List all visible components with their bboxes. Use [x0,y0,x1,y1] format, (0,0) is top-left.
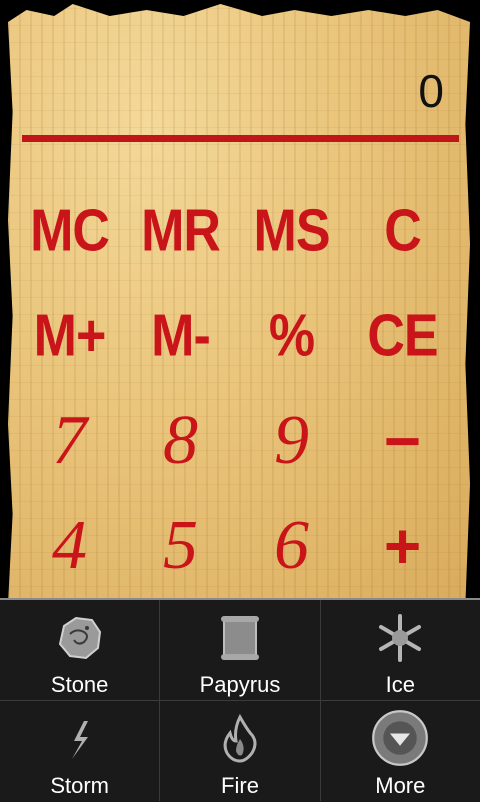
m-minus-button[interactable]: M- [125,301,236,370]
keypad-row-456: 4 5 6 + [14,493,458,598]
digit-5-button[interactable]: 5 [125,506,236,586]
menu-item-label: Stone [50,672,109,697]
fire-icon [223,713,257,763]
digit-7-button[interactable]: 7 [14,401,125,481]
plus-button[interactable]: + [347,509,458,583]
mc-button[interactable]: MC [14,196,125,265]
calculator-display: 0 [418,65,444,117]
menu-item-label: Fire [221,773,259,798]
menu-item-papyrus[interactable]: Papyrus [159,600,319,700]
menu-item-label: Ice [385,672,415,697]
keypad-row-functions: M+ M- % CE [14,283,458,388]
menu-item-more[interactable]: More [319,701,480,801]
keypad: MC MR MS C M+ M- % CE 7 8 9 − 4 5 6 + [14,178,458,598]
digit-6-button[interactable]: 6 [236,506,347,586]
stone-icon [58,616,101,660]
more-icon [372,710,429,766]
menu-item-ice[interactable]: Ice [319,600,480,700]
keypad-row-789: 7 8 9 − [14,388,458,493]
ms-button[interactable]: MS [236,196,347,265]
display-divider [22,135,459,142]
menu-row-1: Stone Papyrus Ice [0,600,480,700]
digit-9-button[interactable]: 9 [236,401,347,481]
clear-entry-button[interactable]: CE [347,301,458,370]
mr-button[interactable]: MR [125,196,236,265]
menu-row-2: Storm Fire More [0,700,480,801]
m-plus-button[interactable]: M+ [14,301,125,370]
keypad-row-memory: MC MR MS C [14,178,458,283]
menu-item-fire[interactable]: Fire [159,701,319,801]
options-menu: Stone Papyrus Ice Storm Fire More [0,598,480,802]
digit-8-button[interactable]: 8 [125,401,236,481]
menu-item-label: More [375,773,426,798]
percent-button[interactable]: % [236,301,347,370]
digit-4-button[interactable]: 4 [14,506,125,586]
clear-button[interactable]: C [347,196,458,265]
minus-button[interactable]: − [347,404,458,478]
menu-item-label: Storm [50,773,109,798]
papyrus-icon [220,616,259,660]
menu-item-label: Papyrus [199,672,281,697]
lightning-icon [71,721,88,759]
menu-item-stone[interactable]: Stone [0,600,159,700]
snowflake-icon [379,614,422,662]
menu-item-storm[interactable]: Storm [0,701,159,801]
